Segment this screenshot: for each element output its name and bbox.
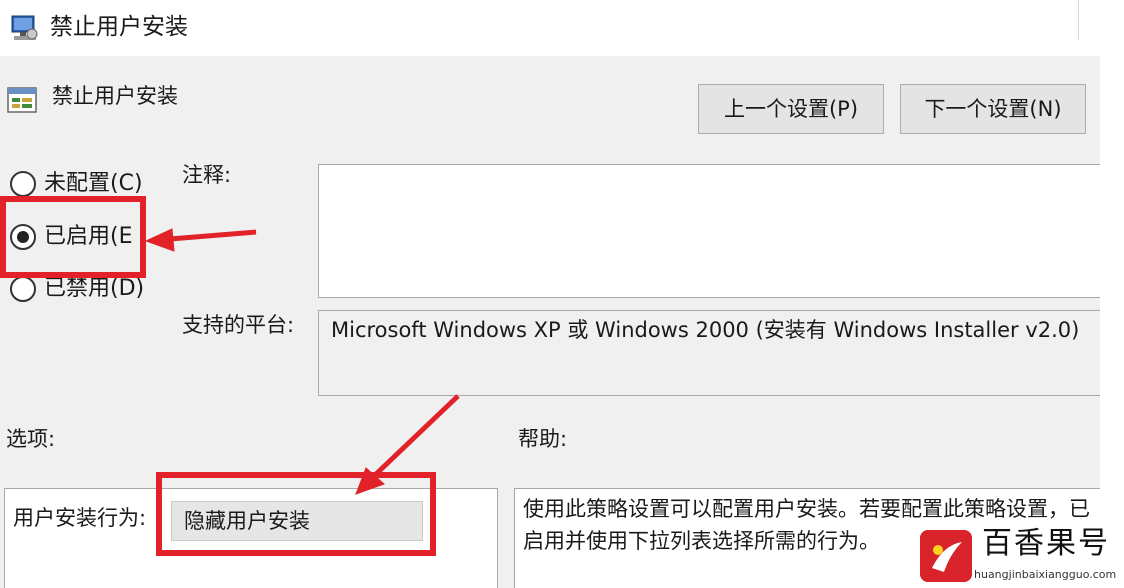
radio-label: 未配置(C) [44,171,143,196]
watermark-title: 百香果号 [982,526,1110,561]
highlight-box-dropdown [156,472,436,556]
supported-platform-label: 支持的平台: [182,313,295,337]
watermark: 百香果号 huangjinbaixiangguo.com [912,520,1124,588]
gpedit-icon [11,15,38,40]
radio-indicator [10,171,36,197]
help-label: 帮助: [518,427,568,451]
comment-label: 注释: [182,163,232,187]
next-setting-button[interactable]: 下一个设置(N) [900,84,1086,134]
title-bar: 禁止用户安装 [0,0,1124,56]
radio-indicator [10,276,36,302]
policy-title: 禁止用户安装 [52,84,178,108]
radio-label: 已禁用(D) [44,276,145,301]
comment-textarea[interactable] [318,164,1100,298]
watermark-logo-icon [920,530,972,582]
title-divider [1078,0,1079,40]
install-behavior-label: 用户安装行为: [13,506,147,530]
options-label: 选项: [6,427,56,451]
supported-platform-box: Microsoft Windows XP 或 Windows 2000 (安装有… [318,310,1100,396]
window-title: 禁止用户安装 [50,14,188,40]
supported-platform-text: Microsoft Windows XP 或 Windows 2000 (安装有… [331,318,1080,342]
previous-setting-button[interactable]: 上一个设置(P) [698,84,884,134]
watermark-url: huangjinbaixiangguo.com [974,568,1117,581]
highlight-box-enabled [0,196,146,278]
policy-setting-icon [7,87,37,113]
